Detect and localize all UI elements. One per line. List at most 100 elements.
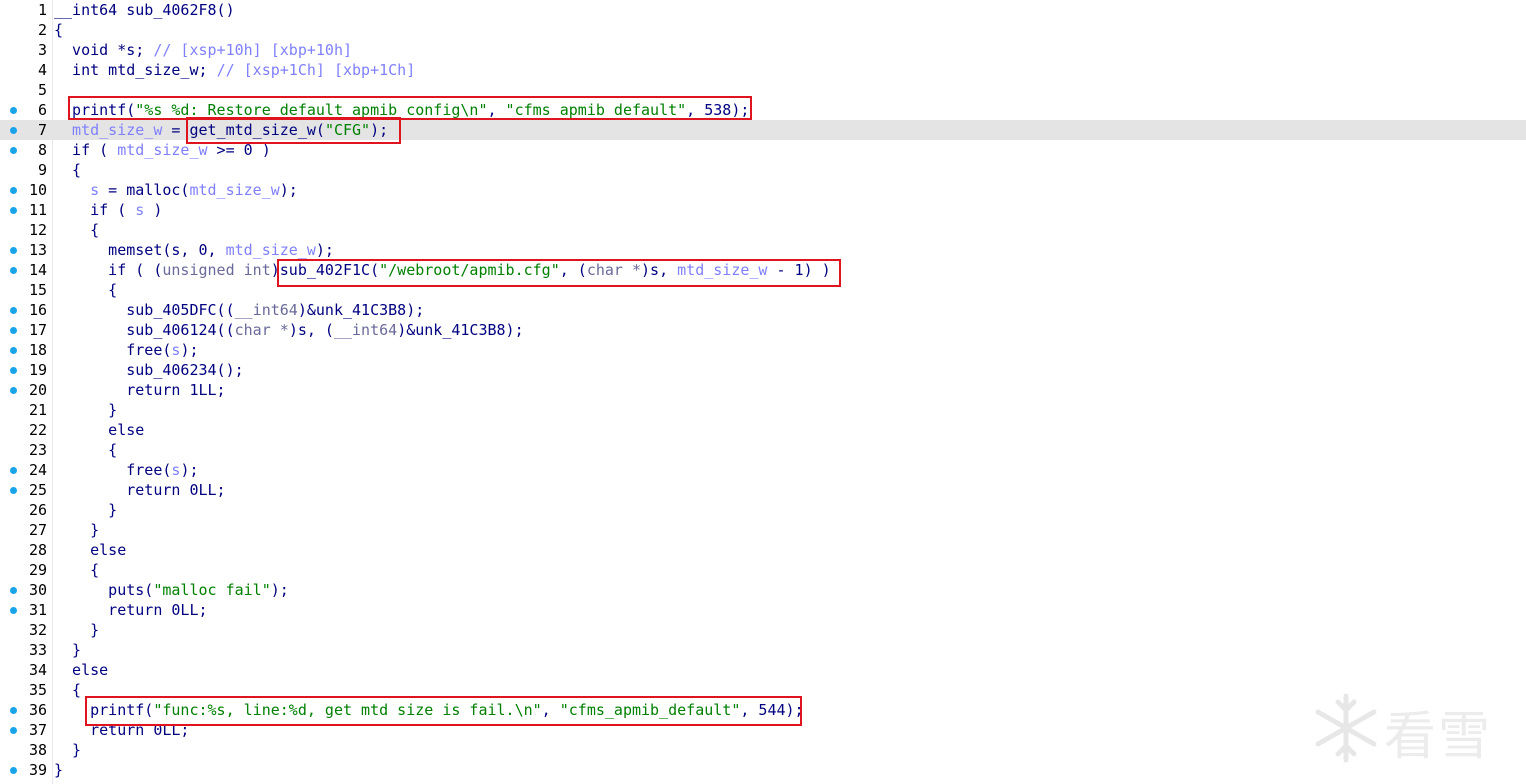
code-text[interactable]: puts("malloc fail");	[54, 580, 289, 600]
code-line[interactable]: 33 }	[0, 640, 1526, 660]
code-text[interactable]: {	[54, 160, 81, 180]
breakpoint-dot-icon[interactable]	[10, 487, 17, 494]
code-text[interactable]: else	[54, 660, 108, 680]
code-text[interactable]: sub_406234();	[54, 360, 243, 380]
code-line[interactable]: 30 puts("malloc fail");	[0, 580, 1526, 600]
code-text[interactable]: return 0LL;	[54, 480, 225, 500]
code-text[interactable]: }	[54, 640, 81, 660]
code-text[interactable]: return 1LL;	[54, 380, 225, 400]
line-number: 6	[37, 101, 47, 119]
code-text[interactable]: int mtd_size_w; // [xsp+1Ch] [xbp+1Ch]	[54, 60, 415, 80]
code-text[interactable]: {	[54, 20, 63, 40]
code-line[interactable]: 26 }	[0, 500, 1526, 520]
code-line[interactable]: 35 {	[0, 680, 1526, 700]
code-line[interactable]: 22 else	[0, 420, 1526, 440]
breakpoint-dot-icon[interactable]	[10, 187, 17, 194]
line-number: 35	[28, 681, 47, 699]
code-line[interactable]: 28 else	[0, 540, 1526, 560]
code-line[interactable]: 14 if ( (unsigned int)sub_402F1C("/webro…	[0, 260, 1526, 280]
breakpoint-dot-icon[interactable]	[10, 587, 17, 594]
code-line[interactable]: 10 s = malloc(mtd_size_w);	[0, 180, 1526, 200]
code-line[interactable]: 7 mtd_size_w = get_mtd_size_w("CFG");	[0, 120, 1526, 140]
code-text[interactable]: {	[54, 560, 99, 580]
code-line[interactable]: 19 sub_406234();	[0, 360, 1526, 380]
code-line[interactable]: 31 return 0LL;	[0, 600, 1526, 620]
code-token: ,	[487, 101, 506, 119]
breakpoint-dot-icon[interactable]	[10, 707, 17, 714]
code-line[interactable]: 25 return 0LL;	[0, 480, 1526, 500]
code-line[interactable]: 12 {	[0, 220, 1526, 240]
breakpoint-dot-icon[interactable]	[10, 767, 17, 774]
code-text[interactable]: if ( mtd_size_w >= 0 )	[54, 140, 271, 160]
code-line[interactable]: 5	[0, 80, 1526, 100]
code-text[interactable]: printf("func:%s, line:%d, get mtd size i…	[54, 700, 803, 720]
code-text[interactable]: sub_405DFC((__int64)&unk_41C3B8);	[54, 300, 424, 320]
code-line[interactable]: 39}	[0, 760, 1526, 780]
code-line[interactable]: 9 {	[0, 160, 1526, 180]
code-line[interactable]: 24 free(s);	[0, 460, 1526, 480]
code-text[interactable]: else	[54, 540, 126, 560]
code-line[interactable]: 8 if ( mtd_size_w >= 0 )	[0, 140, 1526, 160]
code-text[interactable]: }	[54, 620, 99, 640]
code-line[interactable]: 15 {	[0, 280, 1526, 300]
breakpoint-dot-icon[interactable]	[10, 387, 17, 394]
code-line[interactable]: 23 {	[0, 440, 1526, 460]
code-text[interactable]: }	[54, 500, 117, 520]
code-text[interactable]: }	[54, 760, 63, 780]
code-text[interactable]: else	[54, 420, 144, 440]
code-text[interactable]: sub_406124((char *)s, (__int64)&unk_41C3…	[54, 320, 523, 340]
code-line[interactable]: 2{	[0, 20, 1526, 40]
code-line[interactable]: 32 }	[0, 620, 1526, 640]
breakpoint-dot-icon[interactable]	[10, 347, 17, 354]
code-text[interactable]: printf("%s %d: Restore default apmib con…	[54, 100, 749, 120]
code-text[interactable]: if ( (unsigned int)sub_402F1C("/webroot/…	[54, 260, 831, 280]
code-text[interactable]: }	[54, 400, 117, 420]
code-line[interactable]: 37 return 0LL;	[0, 720, 1526, 740]
code-line[interactable]: 29 {	[0, 560, 1526, 580]
code-line[interactable]: 4 int mtd_size_w; // [xsp+1Ch] [xbp+1Ch]	[0, 60, 1526, 80]
code-line[interactable]: 38 }	[0, 740, 1526, 760]
code-text[interactable]: __int64 sub_4062F8()	[54, 0, 235, 20]
code-text[interactable]: void *s; // [xsp+10h] [xbp+10h]	[54, 40, 352, 60]
code-text[interactable]: return 0LL;	[54, 600, 207, 620]
breakpoint-dot-icon[interactable]	[10, 607, 17, 614]
code-text[interactable]: {	[54, 280, 117, 300]
code-text[interactable]: return 0LL;	[54, 720, 189, 740]
code-text[interactable]: s = malloc(mtd_size_w);	[54, 180, 298, 200]
code-line[interactable]: 21 }	[0, 400, 1526, 420]
breakpoint-dot-icon[interactable]	[10, 467, 17, 474]
breakpoint-dot-icon[interactable]	[10, 327, 17, 334]
code-line[interactable]: 1 __int64 sub_4062F8()	[0, 0, 1526, 20]
code-text[interactable]: if ( s )	[54, 200, 162, 220]
code-line[interactable]: 27 }	[0, 520, 1526, 540]
code-text[interactable]: {	[54, 680, 81, 700]
code-line[interactable]: 11 if ( s )	[0, 200, 1526, 220]
code-text[interactable]: free(s);	[54, 460, 198, 480]
breakpoint-dot-icon[interactable]	[10, 147, 17, 154]
line-number: 8	[37, 141, 47, 159]
code-text[interactable]: }	[54, 520, 99, 540]
code-text[interactable]: {	[54, 220, 99, 240]
breakpoint-dot-icon[interactable]	[10, 207, 17, 214]
code-line[interactable]: 17 sub_406124((char *)s, (__int64)&unk_4…	[0, 320, 1526, 340]
code-line[interactable]: 34 else	[0, 660, 1526, 680]
code-line[interactable]: 36 printf("func:%s, line:%d, get mtd siz…	[0, 700, 1526, 720]
code-text[interactable]: {	[54, 440, 117, 460]
code-line[interactable]: 20 return 1LL;	[0, 380, 1526, 400]
breakpoint-dot-icon[interactable]	[10, 247, 17, 254]
code-text[interactable]: memset(s, 0, mtd_size_w);	[54, 240, 334, 260]
code-text[interactable]: }	[54, 740, 81, 760]
code-line[interactable]: 18 free(s);	[0, 340, 1526, 360]
breakpoint-dot-icon[interactable]	[10, 127, 17, 134]
code-line[interactable]: 13 memset(s, 0, mtd_size_w);	[0, 240, 1526, 260]
breakpoint-dot-icon[interactable]	[10, 307, 17, 314]
breakpoint-dot-icon[interactable]	[10, 267, 17, 274]
code-line[interactable]: 6 printf("%s %d: Restore default apmib c…	[0, 100, 1526, 120]
breakpoint-dot-icon[interactable]	[10, 367, 17, 374]
breakpoint-dot-icon[interactable]	[10, 107, 17, 114]
code-line[interactable]: 3 void *s; // [xsp+10h] [xbp+10h]	[0, 40, 1526, 60]
code-text[interactable]: mtd_size_w = get_mtd_size_w("CFG");	[54, 120, 388, 140]
breakpoint-dot-icon[interactable]	[10, 727, 17, 734]
code-line[interactable]: 16 sub_405DFC((__int64)&unk_41C3B8);	[0, 300, 1526, 320]
code-text[interactable]: free(s);	[54, 340, 198, 360]
